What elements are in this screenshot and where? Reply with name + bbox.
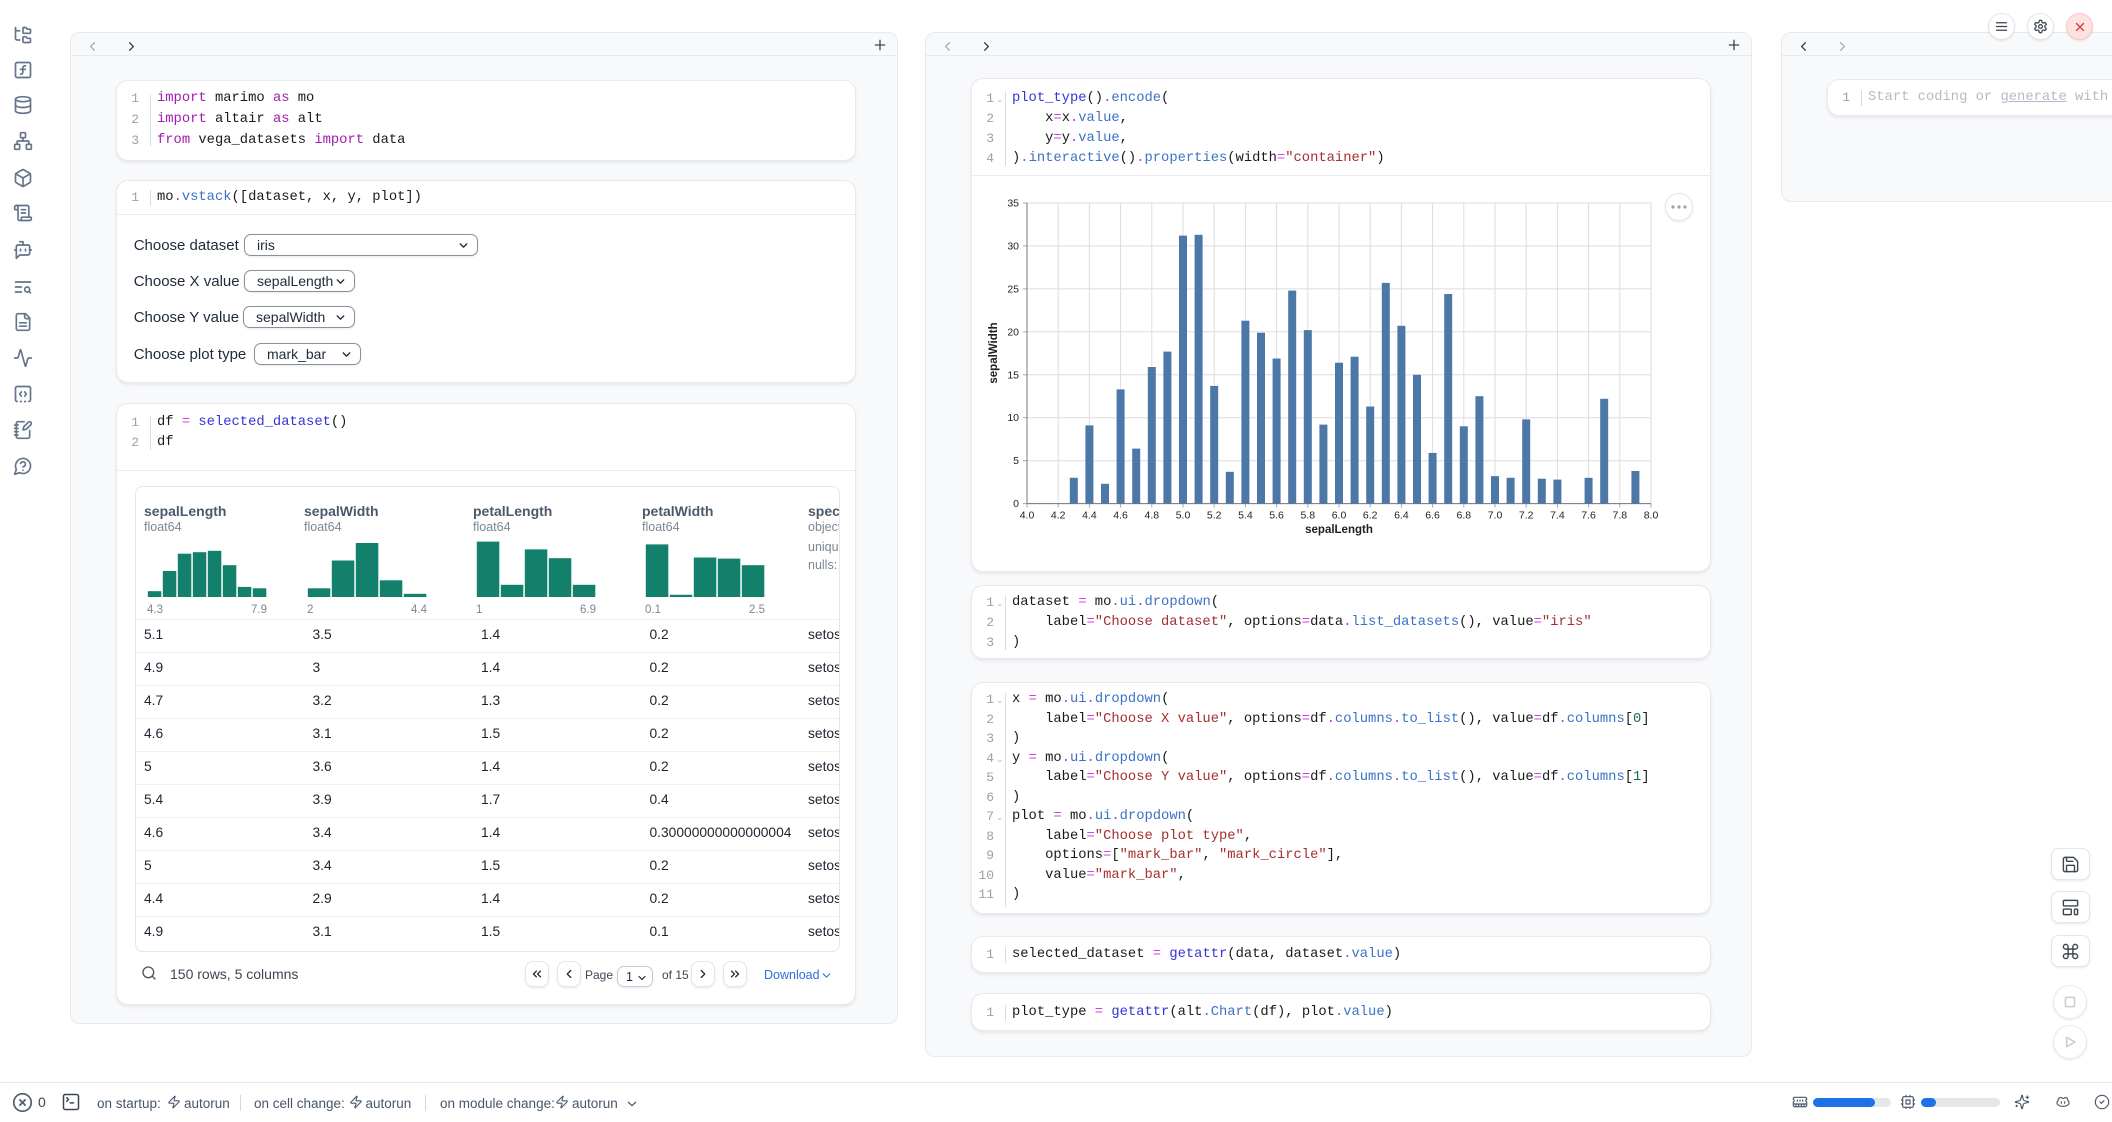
svg-text:6.0: 6.0 (1332, 510, 1347, 522)
svg-text:8.0: 8.0 (1644, 510, 1659, 522)
svg-text:4.8: 4.8 (1144, 510, 1159, 522)
svg-text:5.4: 5.4 (1238, 510, 1253, 522)
svg-text:7.4: 7.4 (1550, 510, 1565, 522)
svg-text:4.6: 4.6 (1113, 510, 1128, 522)
svg-text:6.8: 6.8 (1456, 510, 1471, 522)
svg-text:20: 20 (1007, 326, 1019, 338)
svg-text:30: 30 (1007, 240, 1019, 252)
svg-text:7.6: 7.6 (1581, 510, 1596, 522)
svg-text:5.8: 5.8 (1300, 510, 1315, 522)
svg-text:6.4: 6.4 (1394, 510, 1409, 522)
svg-text:5.2: 5.2 (1207, 510, 1222, 522)
svg-text:sepalLength: sepalLength (1305, 524, 1373, 536)
svg-text:5: 5 (1013, 455, 1019, 467)
svg-text:6.2: 6.2 (1363, 510, 1378, 522)
svg-text:0: 0 (1013, 498, 1019, 510)
svg-text:4.2: 4.2 (1051, 510, 1066, 522)
svg-text:7.2: 7.2 (1519, 510, 1534, 522)
svg-text:25: 25 (1007, 283, 1019, 295)
svg-text:7.0: 7.0 (1488, 510, 1503, 522)
svg-text:sepalWidth: sepalWidth (988, 322, 1000, 383)
svg-text:6.6: 6.6 (1425, 510, 1440, 522)
svg-text:5.0: 5.0 (1176, 510, 1191, 522)
svg-text:35: 35 (1007, 198, 1019, 210)
svg-text:10: 10 (1007, 412, 1019, 424)
svg-text:4.0: 4.0 (1020, 510, 1035, 522)
svg-text:5.6: 5.6 (1269, 510, 1284, 522)
svg-text:7.8: 7.8 (1612, 510, 1627, 522)
svg-text:15: 15 (1007, 369, 1019, 381)
svg-text:4.4: 4.4 (1082, 510, 1097, 522)
